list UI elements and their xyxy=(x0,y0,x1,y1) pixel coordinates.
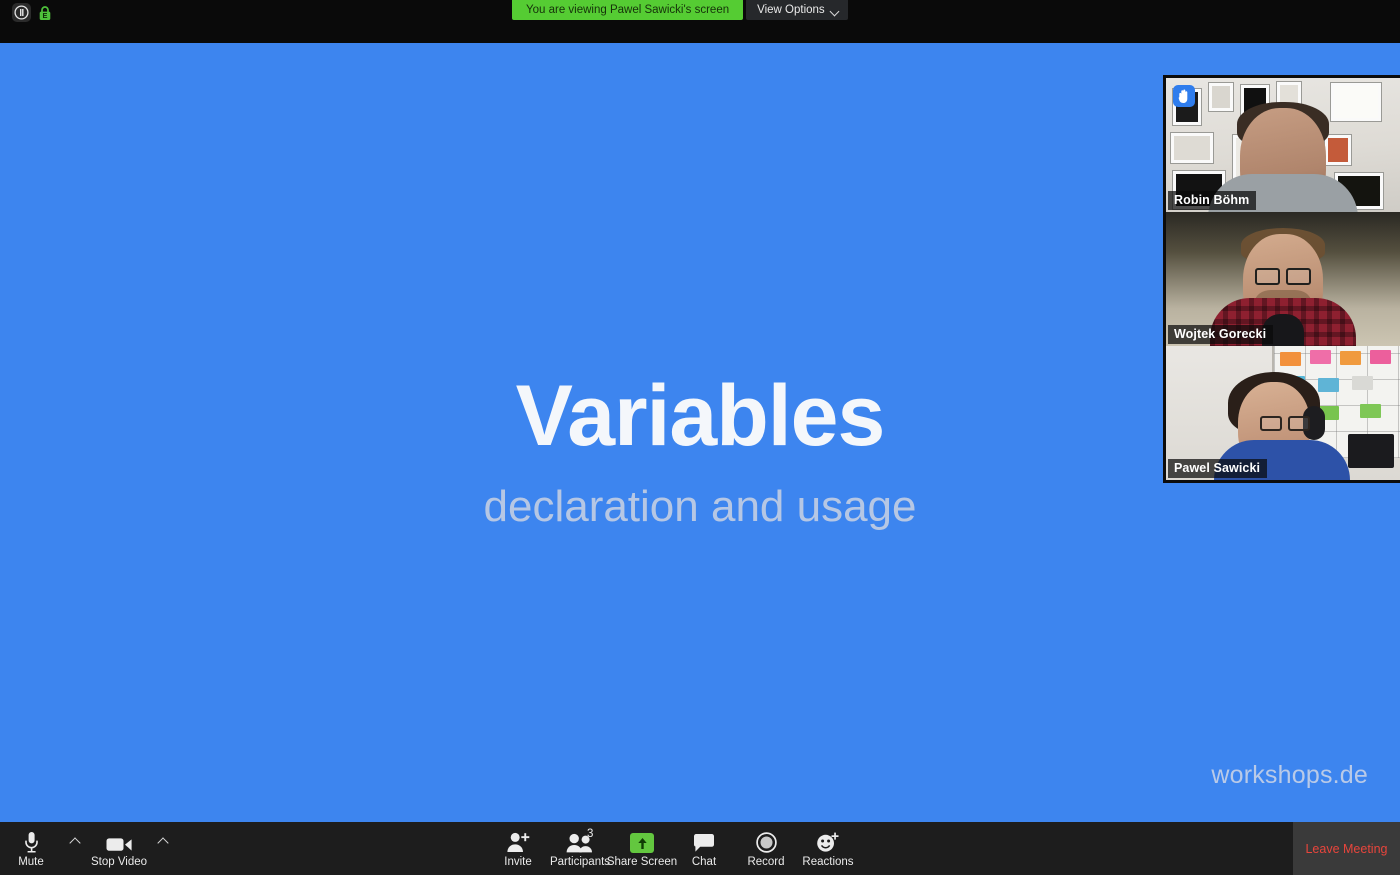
up-arrow-icon xyxy=(630,833,654,853)
stop-video-button[interactable]: Stop Video xyxy=(88,822,150,875)
slide-subtitle: declaration and usage xyxy=(483,482,917,531)
meeting-top-bar: E You are viewing Pawel Sawicki's screen… xyxy=(0,0,1400,43)
green-lock-icon[interactable]: E xyxy=(37,4,52,21)
record-label: Record xyxy=(747,856,785,868)
slide-title: Variables xyxy=(515,368,886,464)
eyeglasses xyxy=(1255,268,1311,285)
top-bar-status-icons: E xyxy=(12,3,52,22)
participant-tile[interactable]: Robin Böhm xyxy=(1166,78,1400,212)
view-options-button[interactable]: View Options xyxy=(746,0,848,20)
svg-text:E: E xyxy=(42,11,47,20)
smiley-plus-icon xyxy=(816,831,840,853)
add-person-icon xyxy=(506,831,531,853)
participant-name: Wojtek Gorecki xyxy=(1168,325,1274,344)
chat-label: Chat xyxy=(691,856,717,868)
leave-meeting-label: Leave Meeting xyxy=(1305,841,1388,856)
chat-button[interactable]: Chat xyxy=(673,822,735,875)
share-screen-label: Share Screen xyxy=(606,856,678,868)
chevron-down-icon xyxy=(831,8,839,13)
participants-count-badge: 3 xyxy=(587,828,594,840)
toolbar-center-group: Invite 3 Participants Share Screen Chat … xyxy=(487,822,859,875)
invite-label: Invite xyxy=(504,856,532,868)
screen-share-banner: You are viewing Pawel Sawicki's screen xyxy=(512,0,744,20)
participant-name: Pawel Sawicki xyxy=(1168,459,1268,478)
microphone-icon xyxy=(24,831,39,853)
participant-filmstrip: Robin Böhm Wojtek Gorecki Pawel Sawicki xyxy=(1163,75,1400,483)
zoom-meeting-window: E You are viewing Pawel Sawicki's screen… xyxy=(0,0,1400,875)
toolbar-left-group: Mute Stop Video xyxy=(0,822,176,875)
eyeglasses xyxy=(1260,416,1310,431)
record-circle-icon xyxy=(755,831,777,853)
participant-tile[interactable]: Wojtek Gorecki xyxy=(1166,212,1400,346)
meeting-toolbar: Mute Stop Video Invite 3 Participants Sh… xyxy=(0,822,1400,875)
video-options-button[interactable] xyxy=(150,822,176,875)
record-button[interactable]: Record xyxy=(735,822,797,875)
info-pause-icon[interactable] xyxy=(12,3,31,22)
participants-label: Participants xyxy=(549,856,611,868)
invite-button[interactable]: Invite xyxy=(487,822,549,875)
mute-button[interactable]: Mute xyxy=(0,822,62,875)
slide-watermark: workshops.de xyxy=(1211,761,1368,789)
leave-meeting-button[interactable]: Leave Meeting xyxy=(1293,822,1400,875)
participant-name: Robin Böhm xyxy=(1168,191,1257,210)
chevron-up-icon xyxy=(158,837,169,844)
reactions-label: Reactions xyxy=(802,856,854,868)
participant-tile-active-speaker[interactable]: Pawel Sawicki xyxy=(1166,346,1400,480)
chevron-up-icon xyxy=(70,837,81,844)
camera-icon xyxy=(106,831,133,853)
stop-video-label: Stop Video xyxy=(90,856,148,868)
raised-hand-icon xyxy=(1173,85,1195,107)
reactions-button[interactable]: Reactions xyxy=(797,822,859,875)
screen-share-status-group: You are viewing Pawel Sawicki's screen V… xyxy=(512,0,848,20)
participants-button[interactable]: 3 Participants xyxy=(549,822,611,875)
speech-bubble-icon xyxy=(693,831,715,853)
audio-options-button[interactable] xyxy=(62,822,88,875)
mute-label: Mute xyxy=(18,856,44,868)
share-screen-button[interactable]: Share Screen xyxy=(607,822,677,875)
view-options-label: View Options xyxy=(757,4,825,16)
